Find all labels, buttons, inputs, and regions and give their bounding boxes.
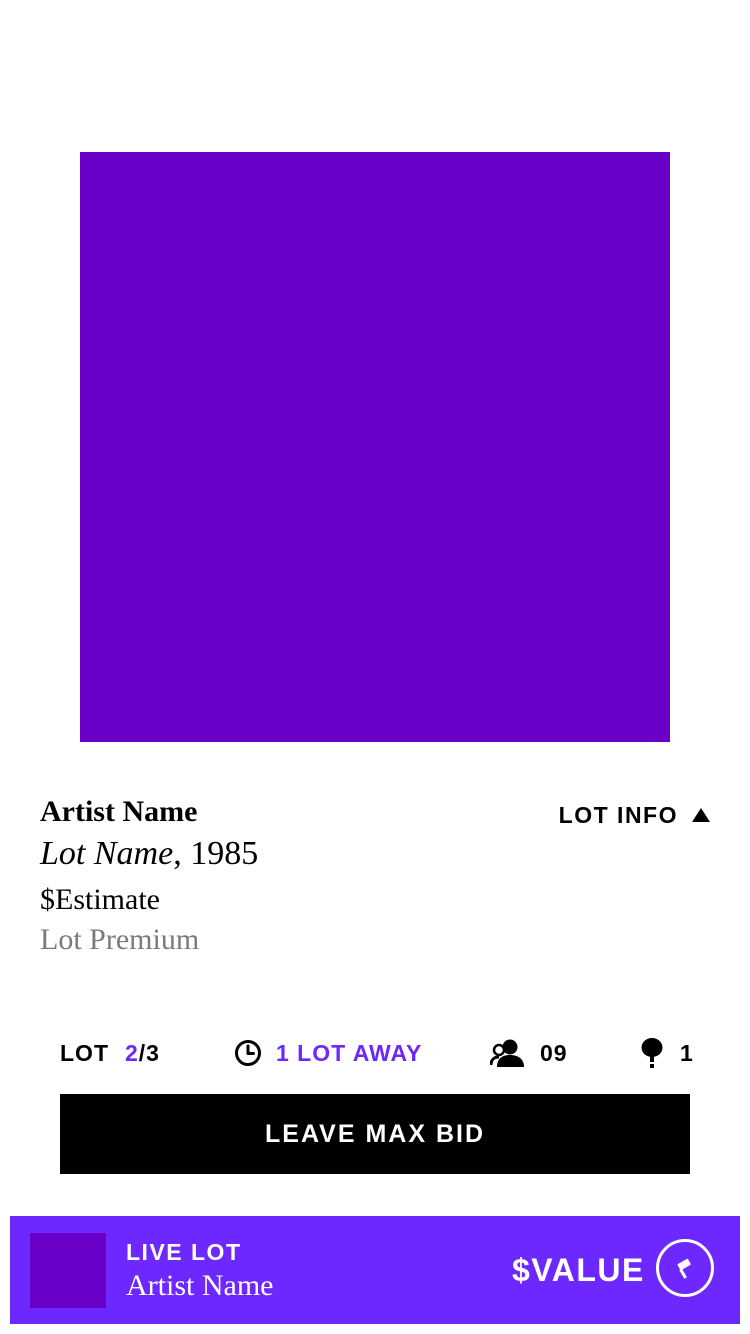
- artist-name: Artist Name: [40, 795, 198, 828]
- lot-name: Lot Name: [40, 835, 174, 872]
- live-lot-bar[interactable]: LIVE LOT Artist Name $VALUE: [10, 1216, 740, 1324]
- live-lot-value: $VALUE: [512, 1252, 645, 1288]
- lot-artwork-image[interactable]: [80, 152, 670, 742]
- lot-estimate: $Estimate: [40, 883, 160, 916]
- lot-title: Lot Name, 1985: [40, 834, 258, 874]
- live-lot-label: LIVE LOT: [126, 1239, 242, 1265]
- lot-year: , 1985: [173, 835, 259, 872]
- bid-gavel-button[interactable]: [656, 1239, 714, 1297]
- lot-stats-row: LOT 2 /3 1 LOT AWAY 09 1: [60, 1035, 693, 1071]
- lot-position-label: LOT: [60, 1039, 109, 1066]
- lot-total-number: /3: [138, 1039, 160, 1066]
- live-lot-artist: Artist Name: [126, 1269, 274, 1302]
- lot-position: LOT 2 /3: [60, 1035, 160, 1071]
- users-icon: [490, 1038, 526, 1068]
- paddle-count-value: 1: [680, 1039, 694, 1066]
- bidder-count: 09: [490, 1035, 568, 1071]
- lot-countdown-label: 1 LOT AWAY: [276, 1039, 423, 1066]
- bidder-count-value: 09: [540, 1039, 568, 1066]
- caret-up-icon: [692, 808, 710, 822]
- live-lot-thumbnail: [30, 1233, 106, 1308]
- lot-current-number: 2: [125, 1039, 139, 1066]
- lot-info-label: LOT INFO: [558, 802, 678, 828]
- lot-countdown: 1 LOT AWAY: [234, 1035, 422, 1071]
- paddle-count: 1: [640, 1035, 694, 1071]
- paddle-icon: [640, 1038, 664, 1068]
- leave-max-bid-button[interactable]: LEAVE MAX BID: [60, 1094, 690, 1174]
- clock-icon: [234, 1039, 262, 1067]
- lot-premium: Lot Premium: [40, 923, 200, 956]
- lot-info-toggle[interactable]: LOT INFO: [559, 800, 710, 830]
- gavel-icon: [672, 1255, 698, 1281]
